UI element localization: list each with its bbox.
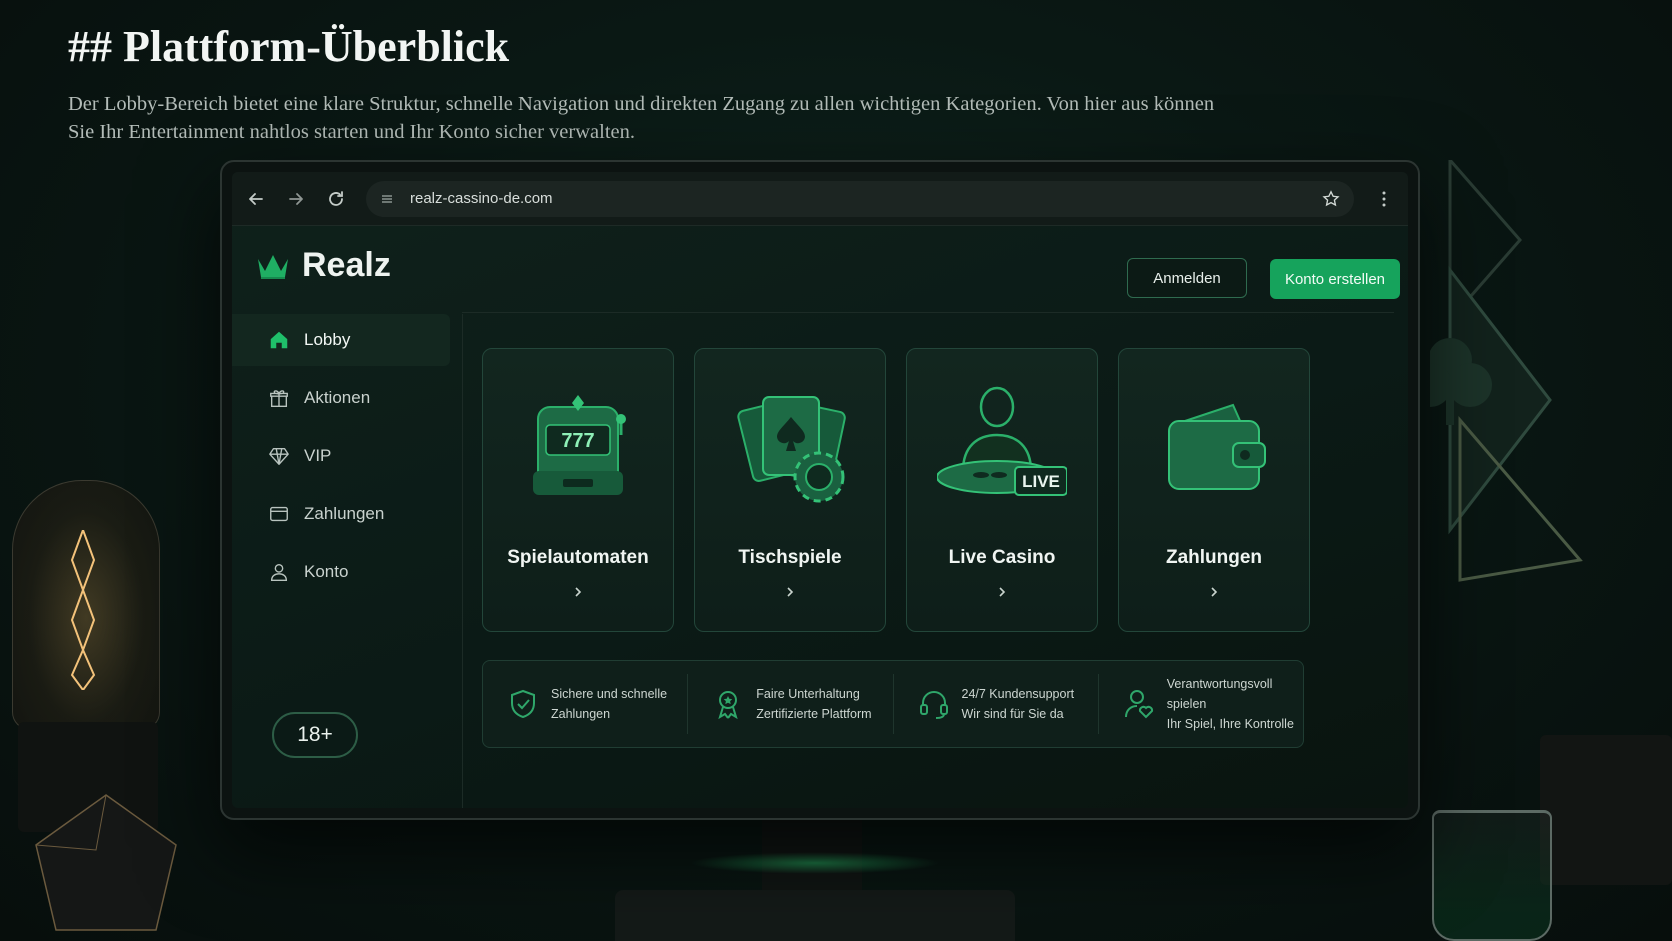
content-divider (462, 312, 1394, 313)
trust-item-responsible: Verantwortungsvoll spielen Ihr Spiel, Ihr… (1099, 674, 1303, 734)
monitor: realz-cassino-de.com Realz Anmelden Kont… (220, 160, 1420, 820)
reload-icon[interactable] (326, 189, 346, 209)
trust-features-bar: Sichere und schnelle Zahlungen Faire Unte… (482, 660, 1304, 748)
trust-item-payments: Sichere und schnelle Zahlungen (483, 674, 689, 734)
trust-line1: 24/7 Kundensupport (961, 687, 1075, 701)
gift-icon (270, 390, 288, 407)
sidebar-item-lobby[interactable]: Lobby (232, 314, 450, 366)
sidebar-item-label: VIP (304, 446, 332, 465)
app-header: Realz Anmelden Konto erstellen (232, 238, 1408, 308)
trust-line1: Sichere und schnelle (551, 687, 668, 701)
back-arrow-icon[interactable] (246, 189, 266, 209)
chevron-right-icon (575, 587, 582, 597)
trust-line1: Faire Unterhaltung (756, 687, 860, 701)
sidebar-item-label: Aktionen (304, 388, 371, 407)
user-icon (270, 563, 288, 581)
category-title: Tischspiele (738, 547, 842, 568)
diamond-icon (269, 447, 289, 465)
login-button[interactable]: Anmelden (1127, 258, 1247, 298)
category-card-spielautomaten[interactable]: 777 Spielautomaten (482, 348, 674, 632)
more-menu-icon[interactable] (1374, 189, 1394, 209)
trust-line2: Zertifizierte Plattform (756, 707, 872, 721)
lamp-filament-decoration (70, 530, 96, 690)
chevron-right-icon (1211, 587, 1218, 597)
sidebar-item-label: Konto (304, 562, 349, 581)
url-text[interactable]: realz-cassino-de.com (410, 190, 553, 207)
forward-arrow-icon[interactable] (286, 189, 306, 209)
register-button[interactable]: Konto erstellen (1270, 259, 1400, 299)
slot-machine-icon: 777 (533, 395, 626, 495)
category-card-zahlungen[interactable]: Zahlungen (1118, 348, 1310, 632)
playing-cards-chip-icon (737, 396, 846, 503)
trust-line2: Ihr Spiel, Ihre Kontrolle (1166, 717, 1294, 731)
page-title: ## Plattform-Überblick (68, 22, 510, 71)
bookmark-star-icon[interactable] (1322, 189, 1340, 208)
sidebar-item-zahlungen[interactable]: Zahlungen (232, 488, 450, 540)
address-bar[interactable]: realz-cassino-de.com (366, 180, 1354, 217)
intro-section: ## Plattform-Überblick Der Lobby-Bereich… (68, 18, 1228, 146)
brand-logo[interactable]: Realz (256, 246, 391, 285)
award-ribbon-icon (718, 691, 738, 720)
geometric-ornament-decoration (35, 794, 177, 931)
trust-line2: Zahlungen (551, 707, 611, 721)
browser-window: realz-cassino-de.com Realz Anmelden Kont… (232, 172, 1408, 808)
plant-pot-decoration (1540, 735, 1672, 885)
browser-toolbar: realz-cassino-de.com (232, 172, 1408, 226)
drinking-glass-decoration (1432, 810, 1552, 941)
shield-check-icon (511, 689, 535, 719)
page-description: Der Lobby-Bereich bietet eine klare Stru… (68, 93, 1215, 143)
category-title: Zahlungen (1165, 547, 1263, 568)
chevron-right-icon (999, 587, 1006, 597)
sidebar-item-konto[interactable]: Konto (232, 546, 450, 598)
brand-name: Realz (302, 246, 391, 284)
category-card-live-casino[interactable]: LIVE Live Casino (906, 348, 1098, 632)
sidebar-item-label: Zahlungen (304, 504, 385, 523)
live-badge: LIVE (1022, 472, 1060, 491)
site-info-icon[interactable] (380, 192, 394, 206)
category-card-tischspiele[interactable]: Tischspiele (694, 348, 886, 632)
trust-item-support: 24/7 Kundensupport Wir sind für Sie da (894, 674, 1099, 734)
category-title: Live Casino (948, 547, 1056, 568)
stand-glow (690, 852, 940, 874)
sidebar-item-vip[interactable]: VIP (232, 430, 450, 482)
category-title: Spielautomaten (507, 547, 649, 568)
category-cards: 777 Spielautomaten Tischspiele LIVE Live… (482, 348, 1310, 632)
card-icon (270, 506, 288, 522)
wallet-icon (1168, 403, 1266, 490)
sidebar-item-aktionen[interactable]: Aktionen (232, 372, 450, 424)
sidebar-item-label: Lobby (304, 330, 351, 349)
chevron-right-icon (787, 587, 794, 597)
monitor-base (615, 890, 1015, 941)
headset-icon (919, 691, 948, 719)
slot-reels-text: 777 (561, 430, 594, 452)
club-wall-art-decoration (1430, 160, 1583, 582)
crown-icon (258, 254, 288, 279)
user-heart-icon (1124, 690, 1153, 719)
trust-line1: Verantwortungsvoll spielen (1166, 677, 1273, 711)
age-restriction-badge: 18+ (272, 712, 358, 758)
sidebar-divider (462, 314, 463, 808)
trust-item-fairness: Faire Unterhaltung Zertifizierte Plattfor… (688, 674, 894, 734)
sidebar: Lobby Aktionen VIP Zahlungen Konto 18+ (232, 314, 450, 808)
home-icon (270, 331, 288, 349)
live-dealer-icon: LIVE (937, 386, 1067, 496)
trust-line2: Wir sind für Sie da (961, 707, 1064, 721)
